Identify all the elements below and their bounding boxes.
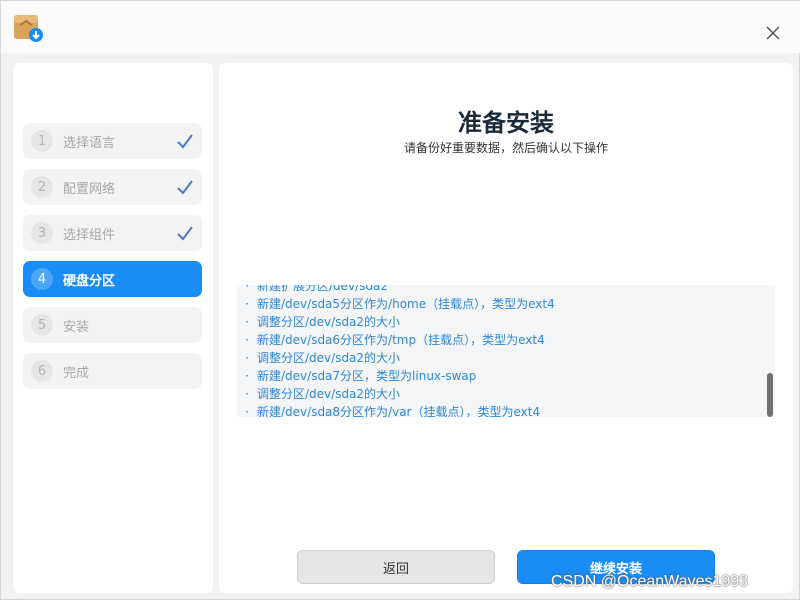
- list-item: · 调整分区/dev/sda2的大小: [237, 349, 757, 367]
- bullet: ·: [245, 297, 249, 311]
- step-number: 3: [31, 222, 53, 244]
- operation-text: 调整分区/dev/sda2的大小: [257, 351, 401, 365]
- operation-text: 调整分区/dev/sda2的大小: [257, 315, 401, 329]
- step-number: 1: [31, 130, 53, 152]
- steps-sidebar: 1 选择语言 2 配置网络 3 选择组件 4 硬盘分区 5 安装 6 完成: [13, 63, 213, 593]
- bullet: ·: [245, 333, 249, 347]
- operation-text: 新建/dev/sda8分区作为/var（挂载点），类型为ext4: [257, 405, 541, 417]
- list-item: · 新建/dev/sda8分区作为/var（挂载点），类型为ext4: [237, 403, 757, 417]
- page-subtitle: 请备份好重要数据，然后确认以下操作: [403, 141, 608, 155]
- bullet: ·: [245, 405, 249, 417]
- checkmark-icon: [176, 178, 194, 196]
- list-item: · 调整分区/dev/sda2的大小: [237, 385, 757, 403]
- operation-text: 新建/dev/sda7分区，类型为linux-swap: [257, 369, 477, 383]
- step-select-components[interactable]: 3 选择组件: [23, 215, 202, 251]
- scrollbar[interactable]: [767, 373, 773, 417]
- step-label: 选择语言: [63, 135, 116, 151]
- close-button[interactable]: [759, 19, 787, 47]
- step-number: 6: [31, 360, 53, 382]
- list-item: · 新建/dev/sda5分区作为/home（挂载点），类型为ext4: [237, 295, 757, 313]
- step-finish: 6 完成: [23, 353, 202, 389]
- installer-package-icon: [13, 13, 43, 43]
- bullet: ·: [245, 285, 249, 293]
- step-label: 硬盘分区: [63, 273, 116, 289]
- list-item: · 新建扩展分区/dev/sda2: [237, 285, 757, 295]
- step-label: 配置网络: [63, 181, 116, 197]
- bullet: ·: [245, 369, 249, 383]
- list-item: · 调整分区/dev/sda2的大小: [237, 313, 757, 331]
- page-title: 准备安装: [458, 109, 554, 137]
- list-item: · 新建/dev/sda6分区作为/tmp（挂载点），类型为ext4: [237, 331, 757, 349]
- checkmark-icon: [176, 224, 194, 242]
- step-number: 4: [31, 268, 53, 290]
- operations-list-box[interactable]: · 新建扩展分区/dev/sda2 · 新建/dev/sda5分区作为/home（挂…: [237, 285, 775, 417]
- bullet: ·: [245, 351, 249, 365]
- operations-list: · 新建扩展分区/dev/sda2 · 新建/dev/sda5分区作为/home（挂…: [237, 285, 757, 417]
- installer-window: 1 选择语言 2 配置网络 3 选择组件 4 硬盘分区 5 安装 6 完成 准备…: [0, 0, 800, 600]
- step-label: 完成: [63, 365, 90, 381]
- operation-text: 调整分区/dev/sda2的大小: [257, 387, 401, 401]
- step-disk-partition[interactable]: 4 硬盘分区: [23, 261, 202, 297]
- back-button[interactable]: 返回: [297, 550, 495, 584]
- main-panel: 准备安装 请备份好重要数据，然后确认以下操作 · 新建扩展分区/dev/sda2 …: [219, 63, 793, 593]
- operation-text: 新建/dev/sda5分区作为/home（挂载点），类型为ext4: [257, 297, 555, 311]
- step-configure-network[interactable]: 2 配置网络: [23, 169, 202, 205]
- step-label: 安装: [63, 319, 90, 335]
- step-number: 2: [31, 176, 53, 198]
- bullet: ·: [245, 315, 249, 329]
- operation-text: 新建扩展分区/dev/sda2: [257, 285, 389, 293]
- operation-text: 新建/dev/sda6分区作为/tmp（挂载点），类型为ext4: [257, 333, 545, 347]
- step-label: 选择组件: [63, 227, 116, 243]
- list-item: · 新建/dev/sda7分区，类型为linux-swap: [237, 367, 757, 385]
- step-select-language[interactable]: 1 选择语言: [23, 123, 202, 159]
- title-bar: [1, 1, 800, 53]
- watermark: CSDN @OceanWaves1993: [551, 573, 749, 590]
- bullet: ·: [245, 387, 249, 401]
- close-icon: [766, 26, 780, 40]
- checkmark-icon: [176, 132, 194, 150]
- step-number: 5: [31, 314, 53, 336]
- step-install: 5 安装: [23, 307, 202, 343]
